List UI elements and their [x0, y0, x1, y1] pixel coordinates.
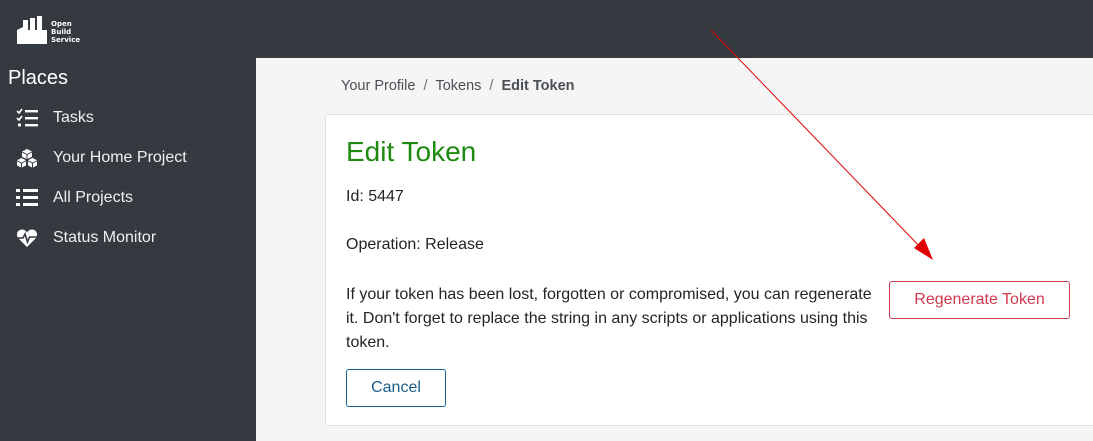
breadcrumb-your-profile[interactable]: Your Profile: [341, 78, 415, 94]
top-navbar: Open Build Service: [0, 0, 1093, 58]
open-build-service-logo[interactable]: Open Build Service: [17, 16, 81, 46]
cancel-button[interactable]: Cancel: [346, 369, 446, 407]
breadcrumb: Your Profile / Tokens / Edit Token: [341, 78, 575, 94]
breadcrumb-tokens[interactable]: Tokens: [435, 78, 481, 94]
sidebar-item-status-monitor[interactable]: Status Monitor: [0, 222, 256, 254]
sidebar-item-label: Status Monitor: [53, 229, 157, 246]
sidebar-item-home-project[interactable]: Your Home Project: [0, 142, 256, 174]
factory-logo-icon: [17, 16, 47, 44]
sidebar-item-all-projects[interactable]: All Projects: [0, 182, 256, 214]
tasks-checklist-icon: [16, 108, 38, 128]
logo-text: Open Build Service: [51, 20, 81, 44]
token-operation: Operation: Release: [346, 236, 484, 253]
page-title: Edit Token: [346, 136, 477, 167]
regenerate-description: If your token has been lost, forgotten o…: [346, 286, 872, 351]
token-id: Id: 5447: [346, 188, 404, 205]
breadcrumb-edit-token: Edit Token: [501, 78, 575, 94]
heartbeat-icon: [16, 228, 38, 248]
cubes-icon: [16, 148, 38, 168]
edit-token-card: Edit Token Id: 5447 Operation: Release I…: [325, 114, 1093, 426]
sidebar-item-tasks[interactable]: Tasks: [0, 102, 256, 134]
regenerate-token-button[interactable]: Regenerate Token: [889, 281, 1070, 319]
list-icon: [16, 188, 38, 208]
sidebar-item-label: Tasks: [53, 109, 94, 126]
main-content: Your Profile / Tokens / Edit Token Edit …: [256, 58, 1093, 441]
breadcrumb-separator: /: [423, 78, 428, 94]
sidebar-item-label: All Projects: [53, 189, 134, 206]
sidebar-item-label: Your Home Project: [53, 149, 187, 166]
sidebar: Places Tasks Your Home Project All Proje…: [0, 58, 256, 441]
breadcrumb-separator: /: [489, 78, 494, 94]
places-title: Places: [8, 67, 69, 89]
